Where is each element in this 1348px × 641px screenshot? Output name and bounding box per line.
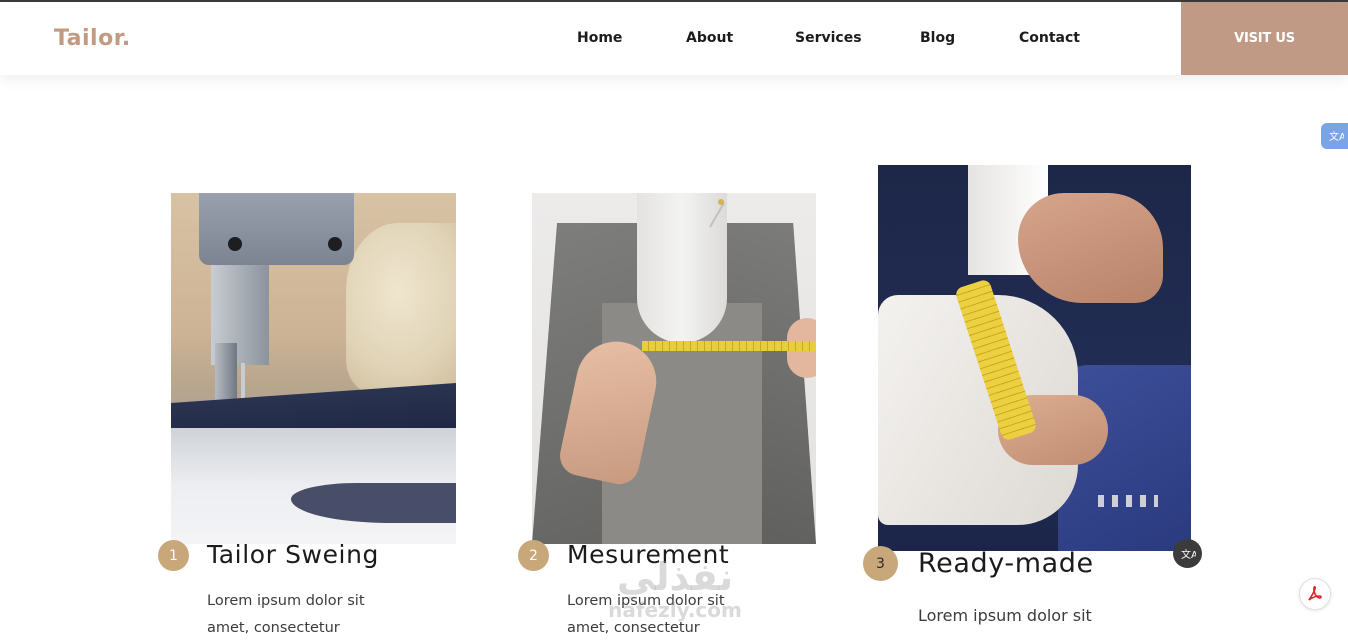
nav-link-home[interactable]: Home: [577, 30, 622, 46]
visit-us-button[interactable]: VISIT US: [1181, 2, 1348, 75]
pdf-button[interactable]: [1299, 578, 1331, 610]
card-text-1: Lorem ipsum dolor sit amet, consectetur: [207, 588, 407, 641]
nav-link-contact[interactable]: Contact: [1019, 30, 1080, 46]
card-text-line: amet, consectetur: [207, 620, 340, 636]
svg-text:文A: 文A: [1329, 130, 1344, 143]
card-text-line: Lorem ipsum dolor sit: [567, 593, 725, 609]
card-number-badge-2: 2: [518, 540, 549, 571]
nav-link-blog[interactable]: Blog: [920, 30, 955, 46]
translate-extension-icon[interactable]: 文A: [1321, 123, 1348, 149]
card-text-line: Lorem ipsum dolor sit: [918, 606, 1092, 625]
card-number-badge-1: 1: [158, 540, 189, 571]
translate-icon: 文A: [1181, 548, 1196, 561]
main-nav: Home About Services Blog Contact: [0, 2, 1180, 75]
cuff-measurement-image: [878, 165, 1191, 551]
site-navbar: Tailor. Home About Services Blog Contact…: [0, 2, 1348, 75]
nav-link-about[interactable]: About: [686, 30, 733, 46]
card-title-tailor-sewing: Tailor Sweing: [207, 540, 380, 569]
pdf-icon: [1308, 586, 1322, 601]
sewing-machine-image: [171, 193, 456, 544]
card-text-line: amet, consectetur: [567, 620, 700, 636]
nav-link-services[interactable]: Services: [795, 30, 862, 46]
mannequin-measurement-image: [532, 193, 816, 544]
card-title-ready-made: Ready-made: [918, 548, 1094, 579]
card-text-line: Lorem ipsum dolor sit: [207, 593, 365, 609]
translate-icon: 文A: [1329, 130, 1344, 143]
card-number-badge-3: 3: [863, 546, 898, 581]
card-text-3: Lorem ipsum dolor sit: [918, 601, 1138, 631]
svg-text:文A: 文A: [1181, 548, 1196, 561]
card-title-measurement: Mesurement: [567, 540, 730, 569]
card-text-2: Lorem ipsum dolor sit amet, consectetur: [567, 588, 767, 641]
image-translate-button[interactable]: 文A: [1173, 539, 1202, 568]
